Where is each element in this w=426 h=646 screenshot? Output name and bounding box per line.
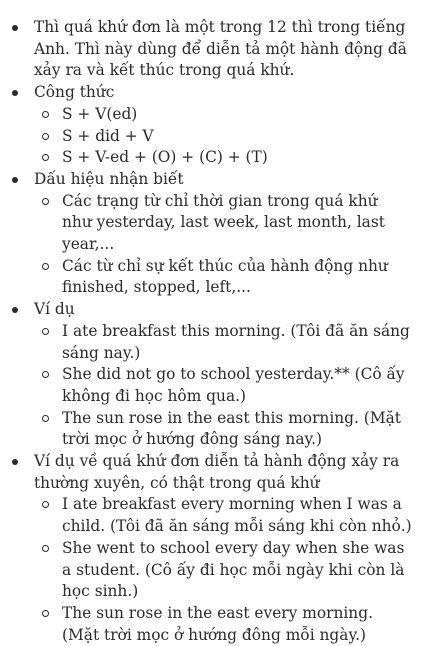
sub-list-item: Các trạng từ chỉ thời gian trong quá khứ… — [34, 191, 412, 256]
list-item: Dấu hiệu nhận biết Các trạng từ chỉ thời… — [0, 169, 412, 299]
sub-list-item: S + V-ed + (O) + (C) + (T) — [34, 147, 412, 169]
sub-list: Các trạng từ chỉ thời gian trong quá khứ… — [34, 191, 412, 300]
sub-list-item: S + V(ed) — [34, 104, 412, 126]
sub-list-item: I ate breakfast this morning. (Tôi đã ăn… — [34, 321, 412, 364]
sub-item-text: The sun rose in the east this morning. (… — [62, 408, 401, 449]
sub-list-item: I ate breakfast every morning when I was… — [34, 494, 412, 537]
sub-item-text: She did not go to school yesterday.** (C… — [62, 365, 405, 405]
bullet-circle-icon — [42, 609, 49, 617]
bullet-circle-icon — [42, 544, 49, 552]
sub-item-text: I ate breakfast every morning when I was… — [62, 495, 412, 536]
bullet-list: Thì quá khứ đơn là một trong 12 thì tron… — [0, 17, 412, 646]
bullet-disc-icon — [12, 90, 18, 97]
sub-item-text: S + V-ed + (O) + (C) + (T) — [62, 148, 268, 167]
list-item: Thì quá khứ đơn là một trong 12 thì tron… — [0, 17, 412, 82]
list-item: Ví dụ I ate breakfast this morning. (Tôi… — [0, 299, 412, 451]
bullet-circle-icon — [42, 371, 49, 379]
item-text: Thì quá khứ đơn là một trong 12 thì tron… — [34, 18, 407, 80]
sub-item-text: The sun rose in the east every morning. … — [62, 603, 373, 644]
sub-list-item: The sun rose in the east every morning. … — [34, 603, 412, 646]
bullet-circle-icon — [42, 110, 49, 118]
bullet-disc-icon — [12, 25, 18, 31]
item-text: Ví dụ về quá khứ đơn diễn tả hành động x… — [34, 452, 400, 492]
sub-item-text: She went to school every day when she wa… — [62, 538, 405, 601]
sub-list: S + V(ed) S + did + V S + V-ed + (O) + (… — [34, 104, 412, 169]
bullet-disc-icon — [12, 307, 18, 314]
bullet-disc-icon — [12, 176, 18, 183]
list-item: Công thức S + V(ed) S + did + V S + V-ed… — [0, 82, 412, 169]
sub-list-item: S + did + V — [34, 126, 412, 148]
bullet-circle-icon — [42, 197, 49, 205]
item-text: Ví dụ — [34, 300, 75, 319]
sub-list-item: Các từ chỉ sự kết thúc của hành động như… — [34, 256, 412, 299]
sub-item-text: Các từ chỉ sự kết thúc của hành động như… — [62, 256, 388, 297]
sub-list-item: The sun rose in the east this morning. (… — [34, 408, 412, 451]
sub-list: I ate breakfast every morning when I was… — [34, 494, 412, 646]
item-text: Dấu hiệu nhận biết — [34, 169, 184, 188]
bullet-circle-icon — [42, 501, 49, 509]
sub-list: I ate breakfast this morning. (Tôi đã ăn… — [34, 321, 412, 451]
bullet-circle-icon — [42, 327, 49, 335]
bullet-circle-icon — [42, 154, 49, 162]
sub-item-text: S + V(ed) — [62, 104, 138, 123]
bullet-circle-icon — [42, 262, 49, 270]
list-item: Ví dụ về quá khứ đơn diễn tả hành động x… — [0, 451, 412, 646]
sub-item-text: Các trạng từ chỉ thời gian trong quá khứ… — [62, 191, 385, 254]
sub-item-text: I ate breakfast this morning. (Tôi đã ăn… — [62, 321, 410, 362]
document: Thì quá khứ đơn là một trong 12 thì tron… — [0, 0, 426, 646]
sub-list-item: She went to school every day when she wa… — [34, 538, 412, 603]
item-text: Công thức — [34, 83, 115, 102]
bullet-disc-icon — [12, 459, 18, 466]
bullet-circle-icon — [42, 414, 49, 422]
sub-item-text: S + did + V — [62, 126, 154, 145]
bullet-circle-icon — [42, 132, 49, 140]
sub-list-item: She did not go to school yesterday.** (C… — [34, 364, 412, 407]
